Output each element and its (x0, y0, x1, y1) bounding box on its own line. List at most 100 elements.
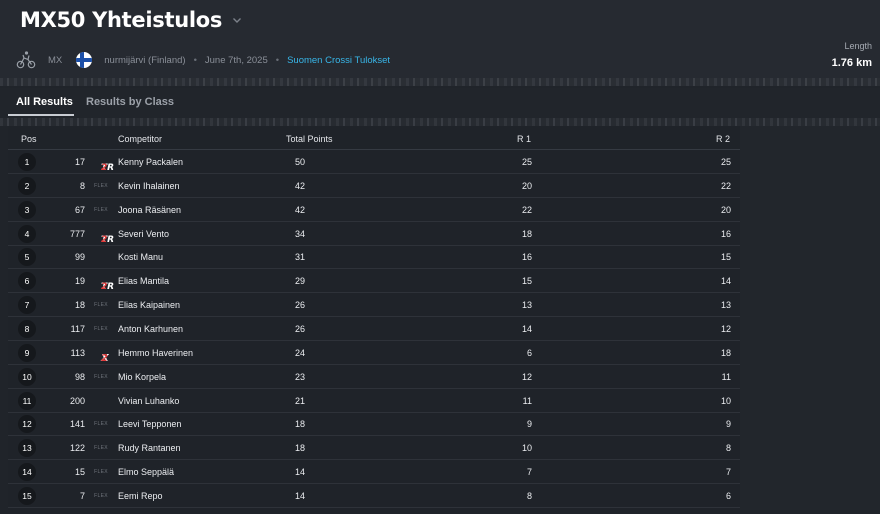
table-row[interactable]: 9 113 X 2 Hemmo Haverinen 24 6 18 (8, 341, 740, 365)
competitor-name[interactable]: Joona Räsänen (118, 205, 181, 215)
brand-logo-flex: FLEX (94, 492, 108, 499)
round-2-points: 12 (720, 323, 731, 334)
header-total-points: Total Points (286, 134, 333, 144)
round-2-points: 10 (720, 395, 731, 406)
active-tab-indicator (8, 114, 74, 116)
table-row[interactable]: 12 141 FLEX Leevi Tepponen 18 9 9 (8, 412, 740, 437)
table-row[interactable]: 8 117 FLEX Anton Karhunen 26 14 12 (8, 317, 740, 341)
rider-number: 15 (74, 467, 85, 478)
total-points: 14 (295, 490, 306, 501)
competitor-name[interactable]: Elmo Seppälä (118, 467, 174, 477)
total-points: 42 (295, 180, 306, 191)
table-row[interactable]: 4 777 TR 2 Severi Vento 34 18 16 (8, 222, 740, 246)
title-row: MX50 Yhteistulos (20, 8, 242, 32)
tab-results-by-class[interactable]: Results by Class (86, 96, 174, 108)
right-empty-pane (740, 126, 880, 510)
round-1-points: 14 (521, 323, 532, 334)
rider-number: 113 (70, 347, 85, 358)
separator-dot: • (275, 54, 280, 66)
position-badge: 10 (18, 367, 36, 386)
rider-number: 200 (69, 395, 85, 406)
brand-logo-flex: FLEX (94, 182, 108, 189)
position-badge: 3 (18, 200, 36, 219)
competitor-name[interactable]: Elias Mantila (118, 276, 169, 286)
total-points: 14 (295, 467, 306, 478)
round-1-points: 15 (521, 276, 532, 287)
results-table: Pos Competitor Total Points R 1 R 2 1 17 T… (8, 126, 740, 510)
event-meta: MX nurmijärvi (Finland) • June 7th, 2025… (16, 50, 390, 70)
position-badge: 7 (18, 296, 36, 315)
header-texture (0, 78, 880, 86)
total-points: 26 (295, 323, 306, 334)
brand-logo-flex: FLEX (94, 206, 108, 213)
total-points: 18 (295, 443, 306, 454)
round-1-points: 22 (521, 204, 532, 215)
competitor-name[interactable]: Kosti Manu (118, 252, 163, 262)
position-badge: 8 (18, 319, 36, 338)
round-2-points: 8 (725, 443, 731, 454)
brand-logo-flex: FLEX (94, 421, 108, 428)
round-2-points: 6 (725, 490, 731, 501)
tab-all-results[interactable]: All Results (16, 96, 73, 108)
table-row[interactable]: 15 7 FLEX Eemi Repo 14 8 6 (8, 484, 740, 508)
round-1-points: 11 (522, 395, 532, 406)
table-row[interactable]: 2 8 FLEX Kevin Ihalainen 42 20 22 (8, 174, 740, 198)
competitor-name[interactable]: Mio Korpela (118, 372, 166, 382)
table-row[interactable]: 14 15 FLEX Elmo Seppälä 14 7 7 (8, 460, 740, 485)
position-badge: 14 (18, 463, 36, 482)
rider-number: 7 (79, 490, 85, 501)
table-row[interactable]: 1 17 TR 2 Kenny Packalen 50 25 25 (8, 150, 740, 174)
round-1-points: 18 (521, 228, 532, 239)
competitor-name[interactable]: Kenny Packalen (118, 157, 183, 167)
competitor-name[interactable]: Leevi Tepponen (118, 419, 181, 429)
round-1-points: 8 (526, 490, 532, 501)
competitor-name[interactable]: Eemi Repo (118, 491, 163, 501)
tabs-texture (0, 118, 880, 126)
competitor-name[interactable]: Hemmo Haverinen (118, 348, 193, 358)
round-1-points: 9 (526, 419, 532, 430)
header-r1: R 1 (517, 134, 532, 144)
chevron-down-icon[interactable] (232, 15, 242, 25)
position-badge: 11 (18, 391, 36, 410)
position-badge: 4 (18, 224, 36, 243)
round-2-points: 14 (720, 276, 731, 287)
round-1-points: 6 (526, 347, 532, 358)
table-row[interactable]: 13 122 FLEX Rudy Rantanen 18 10 8 (8, 436, 740, 461)
round-1-points: 12 (521, 371, 532, 382)
competitor-name[interactable]: Severi Vento (118, 229, 169, 239)
round-2-points: 15 (720, 252, 731, 263)
competitor-name[interactable]: Anton Karhunen (118, 324, 183, 334)
table-row[interactable]: 10 98 FLEX Mio Korpela 23 12 11 (8, 365, 740, 389)
header-r2: R 2 (716, 134, 731, 144)
table-row[interactable]: 6 19 TR 2 Elias Mantila 29 15 14 (8, 269, 740, 294)
total-points: 31 (295, 252, 306, 263)
length-value: 1.76 km (831, 57, 872, 69)
page-title: MX50 Yhteistulos (20, 8, 223, 32)
brand-logo-flex: FLEX (94, 445, 108, 452)
round-1-points: 16 (521, 252, 532, 263)
length-label: Length (844, 41, 872, 51)
competitor-name[interactable]: Kevin Ihalainen (118, 181, 180, 191)
organizer-link[interactable]: Suomen Crossi Tulokset (287, 55, 390, 66)
total-points: 26 (295, 300, 306, 311)
competitor-name[interactable]: Elias Kaipainen (118, 300, 180, 310)
brand-logo-flex: FLEX (94, 325, 108, 332)
rider-number: 99 (74, 252, 85, 263)
rider-number: 117 (70, 323, 85, 334)
table-row[interactable]: 7 18 FLEX Elias Kaipainen 26 13 13 (8, 293, 740, 318)
position-badge: 2 (18, 176, 36, 195)
table-row[interactable]: 11 200 Vivian Luhanko 21 11 10 (8, 389, 740, 413)
competitor-name[interactable]: Rudy Rantanen (118, 443, 181, 453)
header-pos: Pos (21, 134, 37, 144)
round-2-points: 9 (725, 419, 731, 430)
round-2-points: 22 (720, 180, 731, 191)
rider-number: 777 (69, 228, 85, 239)
total-points: 18 (295, 419, 306, 430)
competitor-name[interactable]: Vivian Luhanko (118, 396, 179, 406)
discipline-label: MX (48, 54, 63, 66)
table-row[interactable]: 3 67 FLEX Joona Räsänen 42 22 20 (8, 198, 740, 222)
table-row[interactable]: 5 99 Kosti Manu 31 16 15 (8, 245, 740, 270)
total-points: 34 (295, 228, 306, 239)
round-2-points: 7 (725, 467, 731, 478)
rider-number: 122 (69, 443, 85, 454)
